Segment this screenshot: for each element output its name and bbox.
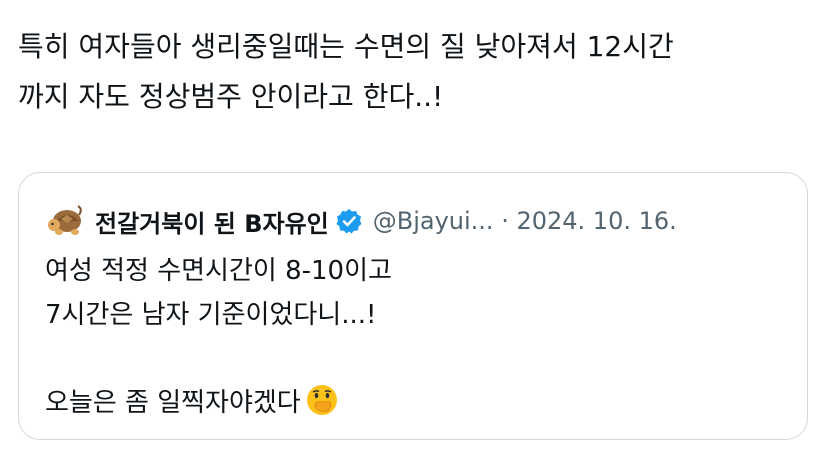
- quoted-tweet-body: 여성 적정 수면시간이 8-10이고 7시간은 남자 기준이었다니...! 오늘…: [45, 249, 785, 425]
- quoted-author-handle[interactable]: @Bjayui...: [373, 207, 494, 235]
- tweet-text-line: 특히 여자들아 생리중일때는 수면의 질 낮아져서 12시간: [18, 30, 674, 63]
- tweet-text: 특히 여자들아 생리중일때는 수면의 질 낮아져서 12시간 까지 자도 정상범…: [18, 22, 808, 122]
- verified-badge-icon: [335, 207, 363, 235]
- quoted-body-line-last: 오늘은 좀 일찍자야겠다: [45, 381, 785, 425]
- quoted-tweet-card[interactable]: 전갈거북이 된 B자유인 @Bjayui... · 2024. 10. 16. …: [18, 172, 808, 440]
- quoted-author-handle-date[interactable]: @Bjayui... · 2024. 10. 16.: [373, 207, 677, 235]
- quoted-body-line: 여성 적정 수면시간이 8-10이고: [45, 256, 392, 286]
- quoted-body-line: 7시간은 남자 기준이었다니...!: [45, 300, 377, 330]
- quoted-author-name[interactable]: 전갈거북이 된 B자유인: [95, 204, 329, 239]
- meta-separator: ·: [501, 207, 509, 235]
- quoted-tweet-header: 전갈거북이 된 B자유인 @Bjayui... · 2024. 10. 16.: [45, 199, 787, 243]
- face-with-hand-over-mouth-emoji-icon: [305, 383, 339, 417]
- turtle-avatar-icon[interactable]: [45, 201, 85, 241]
- quoted-body-line: [45, 337, 785, 381]
- quoted-tweet-date[interactable]: 2024. 10. 16.: [516, 207, 676, 235]
- quoted-body-line-text: 오늘은 좀 일찍자야겠다: [45, 388, 301, 418]
- tweet-text-line: 까지 자도 정상범주 안이라고 한다..!: [18, 80, 444, 113]
